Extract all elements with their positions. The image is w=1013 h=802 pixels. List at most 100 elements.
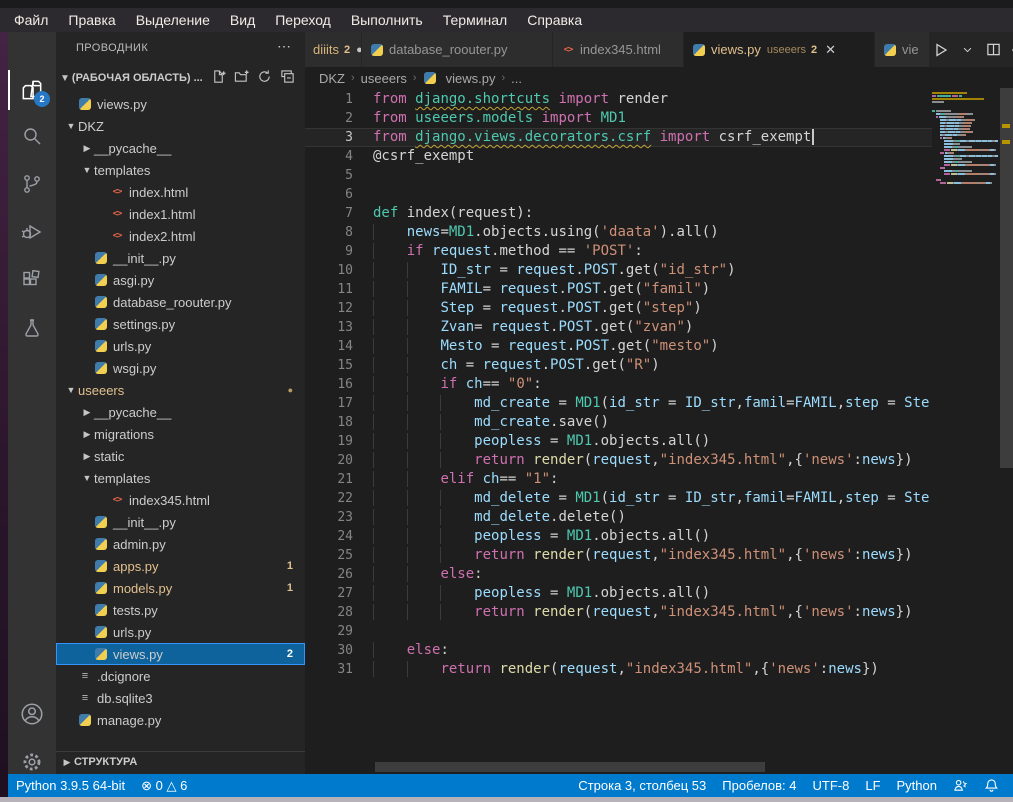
- code-line-text: @csrf_exempt: [353, 147, 474, 166]
- minimap-line: [932, 92, 1000, 94]
- tree-item-index.html[interactable]: <>index.html: [56, 181, 305, 203]
- tree-item-label: static: [94, 449, 124, 464]
- vertical-scrollbar[interactable]: [1000, 58, 1013, 774]
- status-python-interpreter[interactable]: Python 3.9.5 64-bit: [8, 778, 133, 793]
- tree-item-database_roouter.py[interactable]: database_roouter.py: [56, 291, 305, 313]
- tree-item-admin.py[interactable]: admin.py: [56, 533, 305, 555]
- minimap-line: [932, 140, 1000, 142]
- tree-item-templates[interactable]: ▼templates: [56, 159, 305, 181]
- tree-item-__init__.py[interactable]: __init__.py: [56, 247, 305, 269]
- breadcrumb-segment[interactable]: useeers: [361, 71, 407, 86]
- notifications-bell-icon[interactable]: [976, 778, 1007, 793]
- line-number: 22: [305, 489, 353, 508]
- code-line: 3from django.views.decorators.csrf impor…: [305, 128, 932, 147]
- menu-item-Справка[interactable]: Справка: [517, 8, 592, 32]
- outline-section-header[interactable]: ▶ СТРУКТУРА: [56, 751, 305, 772]
- breadcrumb-segment[interactable]: DKZ: [319, 71, 345, 86]
- code-line-text: Mesto = request.POST.get("mesto"): [353, 337, 719, 356]
- vertical-scrollbar-thumb[interactable]: [1000, 88, 1013, 468]
- tree-item-__init__.py[interactable]: __init__.py: [56, 511, 305, 533]
- explorer-more-actions-icon[interactable]: ⋯: [277, 38, 291, 55]
- line-number: 23: [305, 508, 353, 527]
- breadcrumb-segment[interactable]: ...: [511, 71, 522, 86]
- breadcrumb-segment[interactable]: views.py: [423, 71, 496, 86]
- menu-item-Выделение[interactable]: Выделение: [126, 8, 220, 32]
- tab-index345.html[interactable]: <>index345.html: [553, 32, 684, 67]
- code-line: 26 else:: [305, 565, 932, 584]
- tree-item-index1.html[interactable]: <>index1.html: [56, 203, 305, 225]
- code-editor[interactable]: 1from django.shortcuts import render2fro…: [305, 90, 932, 740]
- code-line: 4@csrf_exempt: [305, 147, 932, 166]
- chevron-down-icon: ▼: [64, 121, 78, 131]
- tree-item-models.py[interactable]: models.py1: [56, 577, 305, 599]
- menu-item-Вид[interactable]: Вид: [220, 8, 265, 32]
- tab-database_roouter.py[interactable]: database_roouter.py: [362, 32, 553, 67]
- menu-item-Терминал[interactable]: Терминал: [433, 8, 517, 32]
- activitybar-testing[interactable]: [8, 306, 56, 350]
- tree-item-tests.py[interactable]: tests.py: [56, 599, 305, 621]
- tab-vie[interactable]: vie: [875, 32, 930, 67]
- status-problems[interactable]: ⊗ 0 △ 6: [133, 778, 195, 794]
- new-file-icon[interactable]: [211, 69, 226, 87]
- tree-item-static[interactable]: ▶static: [56, 445, 305, 467]
- tree-item-__pycache__[interactable]: ▶__pycache__: [56, 401, 305, 423]
- status-bar: Python 3.9.5 64-bit⊗ 0 △ 6 Строка 3, стол…: [8, 774, 1013, 797]
- activitybar-search[interactable]: [8, 114, 56, 158]
- tree-item-views.py[interactable]: views.py: [56, 93, 305, 115]
- tree-item-index2.html[interactable]: <>index2.html: [56, 225, 305, 247]
- line-number: 2: [305, 109, 353, 128]
- activitybar-run-and-debug[interactable]: [8, 210, 56, 254]
- status-encoding[interactable]: UTF-8: [805, 778, 858, 793]
- refresh-explorer-icon[interactable]: [257, 69, 272, 87]
- editor-group: diiits2●database_roouter.py<>index345.ht…: [305, 32, 1013, 774]
- tree-item-migrations[interactable]: ▶migrations: [56, 423, 305, 445]
- menu-item-Переход[interactable]: Переход: [265, 8, 341, 32]
- status-language-mode[interactable]: Python: [889, 778, 945, 793]
- code-line: 12 Step = request.POST.get("step"): [305, 299, 932, 318]
- tree-item-useeers[interactable]: ▼useeers●: [56, 379, 305, 401]
- tree-item-label: __init__.py: [113, 251, 176, 266]
- horizontal-scrollbar-thumb[interactable]: [375, 762, 765, 772]
- run-dropdown-button[interactable]: [956, 38, 978, 62]
- tree-item-wsgi.py[interactable]: wsgi.py: [56, 357, 305, 379]
- menu-item-Выполнить[interactable]: Выполнить: [341, 8, 433, 32]
- minimap[interactable]: [932, 90, 1000, 740]
- tree-item-.dcignore[interactable]: ≡.dcignore: [56, 665, 305, 687]
- activitybar-extensions[interactable]: [8, 258, 56, 302]
- tab-views.py[interactable]: views.pyuseeers2✕: [684, 32, 875, 67]
- html-file-icon: <>: [110, 209, 124, 219]
- activitybar-source-control[interactable]: [8, 162, 56, 206]
- line-number: 31: [305, 660, 353, 679]
- code-line: 10 ID_str = request.POST.get("id_str"): [305, 261, 932, 280]
- tree-item-urls.py[interactable]: urls.py: [56, 621, 305, 643]
- run-python-file-button[interactable]: [930, 38, 952, 62]
- tree-item-index345.html[interactable]: <>index345.html: [56, 489, 305, 511]
- tree-item-DKZ[interactable]: ▼DKZ: [56, 115, 305, 137]
- tree-item-manage.py[interactable]: manage.py: [56, 709, 305, 731]
- code-line: 7def index(request):: [305, 204, 932, 223]
- line-number: 24: [305, 527, 353, 546]
- tree-item-label: asgi.py: [113, 273, 154, 288]
- status-indentation[interactable]: Пробелов: 4: [714, 778, 804, 793]
- tab-diiits[interactable]: diiits2●: [305, 32, 362, 67]
- menu-item-Правка[interactable]: Правка: [58, 8, 125, 32]
- tree-item-views.py[interactable]: views.py2: [56, 643, 305, 665]
- tree-item-asgi.py[interactable]: asgi.py: [56, 269, 305, 291]
- menu-item-Файл[interactable]: Файл: [4, 8, 58, 32]
- collapse-folders-icon[interactable]: [280, 69, 295, 87]
- status-cursor-position[interactable]: Строка 3, столбец 53: [570, 778, 714, 793]
- tree-item-__pycache__[interactable]: ▶__pycache__: [56, 137, 305, 159]
- new-folder-icon[interactable]: [234, 69, 249, 87]
- activitybar-account[interactable]: [8, 692, 56, 736]
- status-eol[interactable]: LF: [857, 778, 888, 793]
- tree-item-templates[interactable]: ▼templates: [56, 467, 305, 489]
- workspace-section-header[interactable]: ▼ (РАБОЧАЯ ОБЛАСТЬ) ...: [56, 66, 305, 90]
- activitybar-explorer[interactable]: 2: [8, 68, 56, 112]
- tree-item-settings.py[interactable]: settings.py: [56, 313, 305, 335]
- horizontal-scrollbar[interactable]: [375, 762, 920, 772]
- tree-item-apps.py[interactable]: apps.py1: [56, 555, 305, 577]
- tree-item-urls.py[interactable]: urls.py: [56, 335, 305, 357]
- tree-item-db.sqlite3[interactable]: ≡db.sqlite3: [56, 687, 305, 709]
- tweet-feedback-icon[interactable]: [945, 778, 976, 793]
- close-tab-icon[interactable]: ✕: [825, 42, 836, 58]
